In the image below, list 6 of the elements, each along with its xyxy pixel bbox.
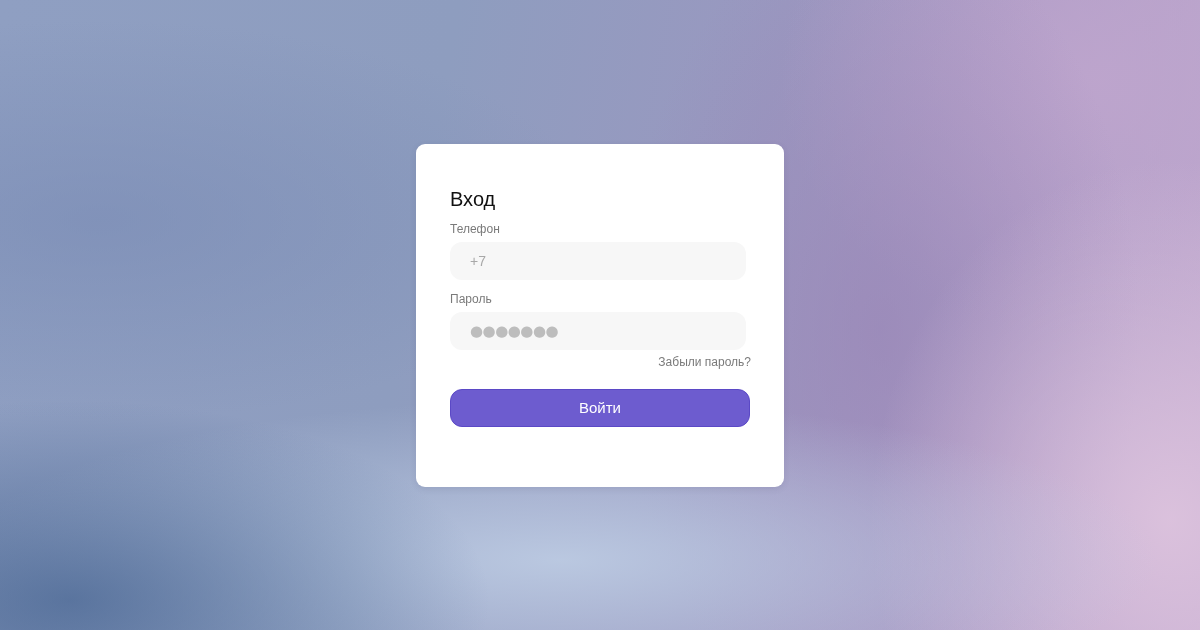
phone-field[interactable]: +7 xyxy=(450,241,746,280)
forgot-password-link[interactable]: Забыли пароль? xyxy=(658,353,751,370)
field-label: Телефон xyxy=(450,220,501,237)
login-button[interactable]: Войти xyxy=(450,388,750,427)
field-label: Пароль xyxy=(450,290,493,307)
form-title: Вход xyxy=(450,186,496,211)
